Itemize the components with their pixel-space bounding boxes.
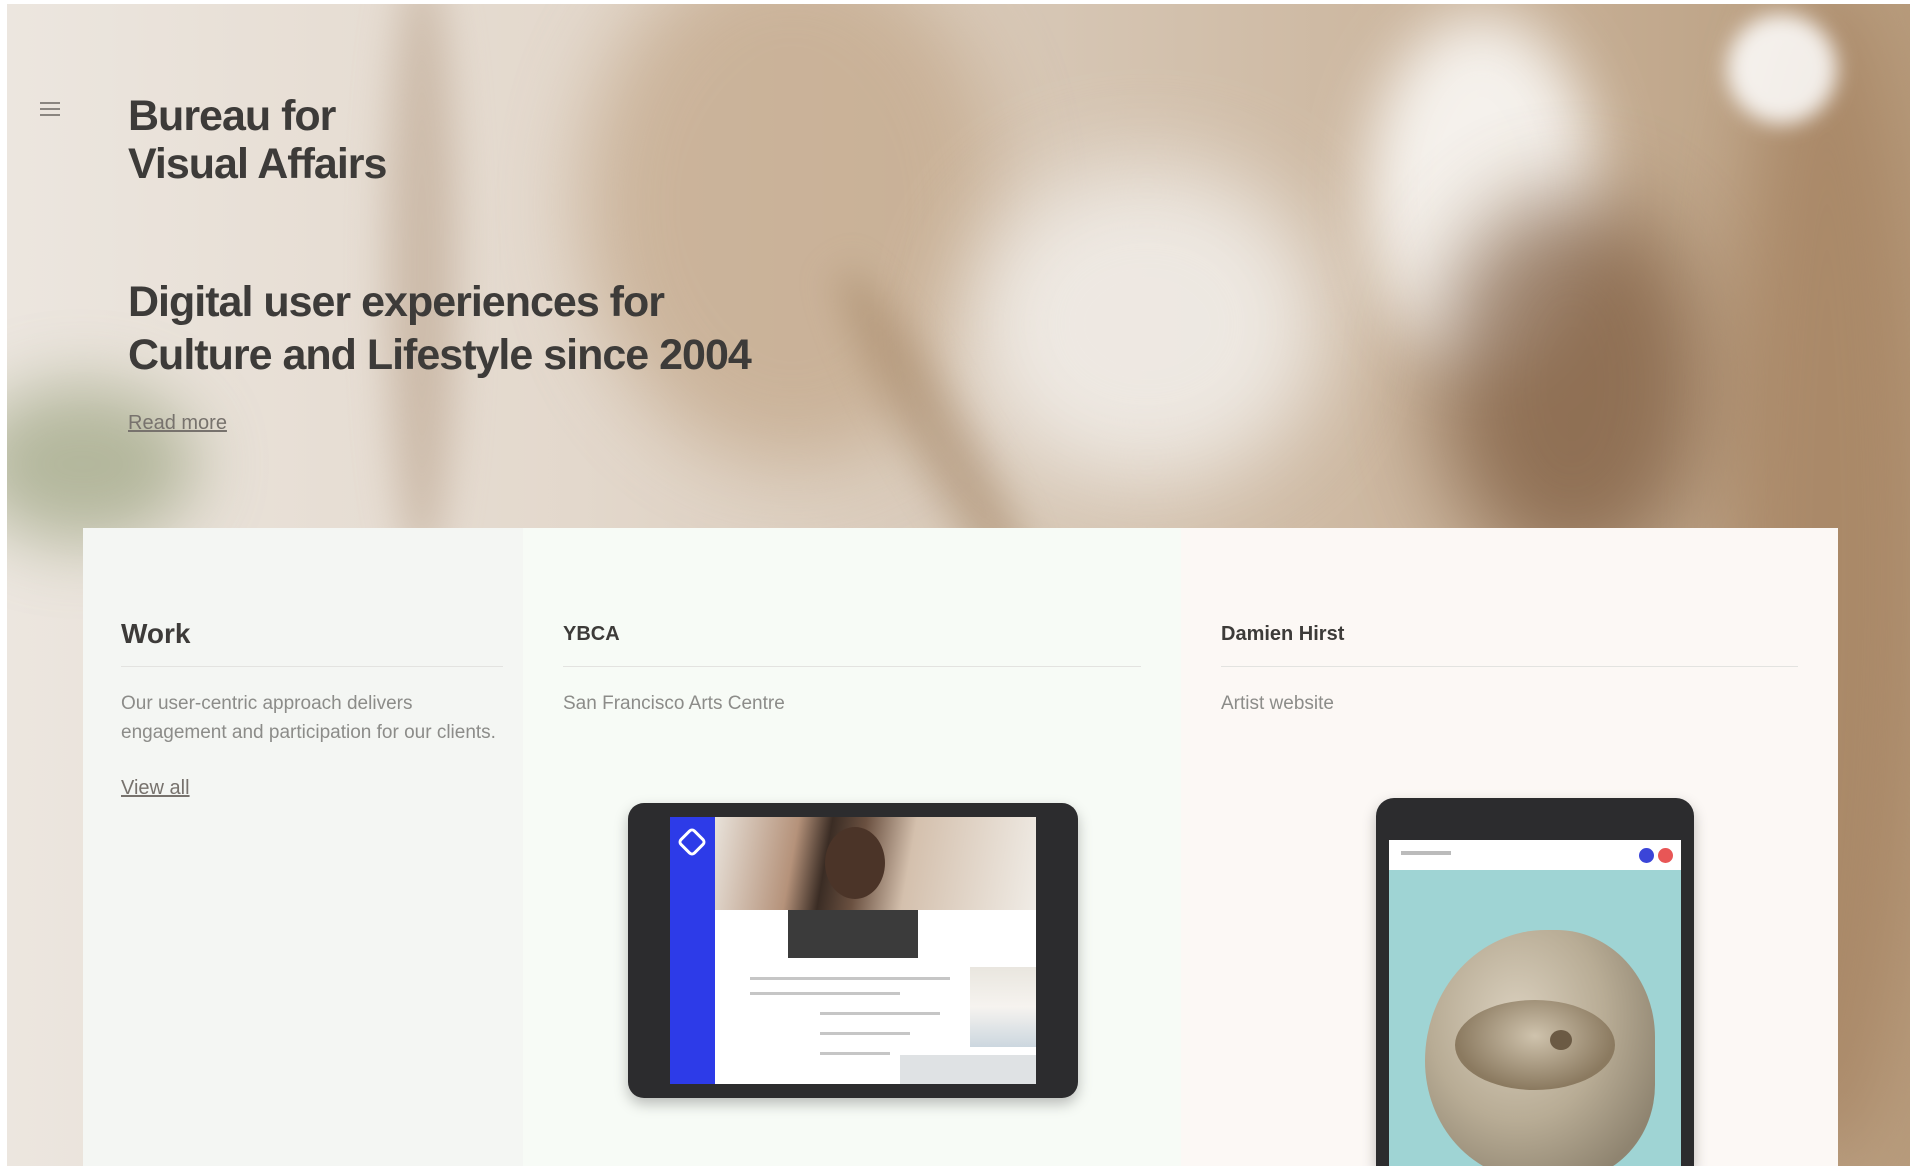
project-subtitle: Artist website <box>1221 693 1334 714</box>
brand-logo[interactable]: Bureau for Visual Affairs <box>128 92 387 188</box>
work-intro-column: Work Our user-centric approach delivers … <box>83 528 523 1166</box>
view-all-link[interactable]: View all <box>121 777 190 800</box>
hero-headline: Digital user experiences for Culture and… <box>128 276 752 382</box>
ybca-thumbnail-image <box>900 1055 1036 1084</box>
blue-dot-icon <box>1639 848 1654 863</box>
animal-head-shape <box>1455 1000 1615 1090</box>
hero-background-blur <box>1437 194 1707 574</box>
work-panel: Work Our user-centric approach delivers … <box>83 528 1838 1166</box>
menu-icon-bar <box>40 114 60 116</box>
text-placeholder-line <box>820 1012 940 1015</box>
hero-background-blur <box>1727 14 1837 124</box>
project-subtitle: San Francisco Arts Centre <box>563 693 785 714</box>
project-title: Damien Hirst <box>1221 623 1345 645</box>
animal-eye-shape <box>1550 1030 1572 1050</box>
brand-line-1: Bureau for <box>128 92 336 140</box>
tablet-mockup-ybca[interactable] <box>628 803 1078 1098</box>
text-placeholder-line <box>1401 851 1451 855</box>
ybca-dark-panel <box>788 910 918 958</box>
portrait-image <box>825 827 885 899</box>
text-placeholder-line <box>820 1052 890 1055</box>
ybca-site-sidebar <box>670 817 715 1084</box>
tablet-screen-damien-hirst <box>1389 840 1681 1166</box>
hero-background-blur <box>7 384 197 544</box>
work-title: Work <box>121 618 191 649</box>
menu-icon-bar <box>40 108 60 110</box>
headline-line-1: Digital user experiences for <box>128 278 665 326</box>
hero-background-blur <box>967 164 1327 484</box>
hamburger-menu-icon[interactable] <box>40 102 60 116</box>
tablet-mockup-damien-hirst[interactable] <box>1376 798 1694 1166</box>
red-dot-icon <box>1658 848 1673 863</box>
headline-line-2: Culture and Lifestyle since 2004 <box>128 331 752 379</box>
read-more-link[interactable]: Read more <box>128 412 227 435</box>
divider <box>121 666 503 667</box>
animal-artwork-image <box>1425 930 1655 1166</box>
text-placeholder-line <box>750 992 900 995</box>
brand-line-2: Visual Affairs <box>128 140 387 188</box>
text-placeholder-line <box>750 977 950 980</box>
tablet-screen-ybca <box>670 817 1036 1084</box>
project-card-ybca[interactable]: YBCA San Francisco Arts Centre <box>523 528 1181 1166</box>
menu-icon-bar <box>40 102 60 104</box>
divider <box>563 666 1141 667</box>
ybca-hero-photo <box>715 817 1036 910</box>
work-description: Our user-centric approach delivers engag… <box>121 693 496 743</box>
text-placeholder-line <box>820 1032 910 1035</box>
project-card-damien-hirst[interactable]: Damien Hirst Artist website <box>1181 528 1838 1166</box>
project-title: YBCA <box>563 623 620 645</box>
divider <box>1221 666 1798 667</box>
ybca-thumbnail-image <box>970 967 1036 1047</box>
hirst-site-header <box>1389 840 1681 870</box>
